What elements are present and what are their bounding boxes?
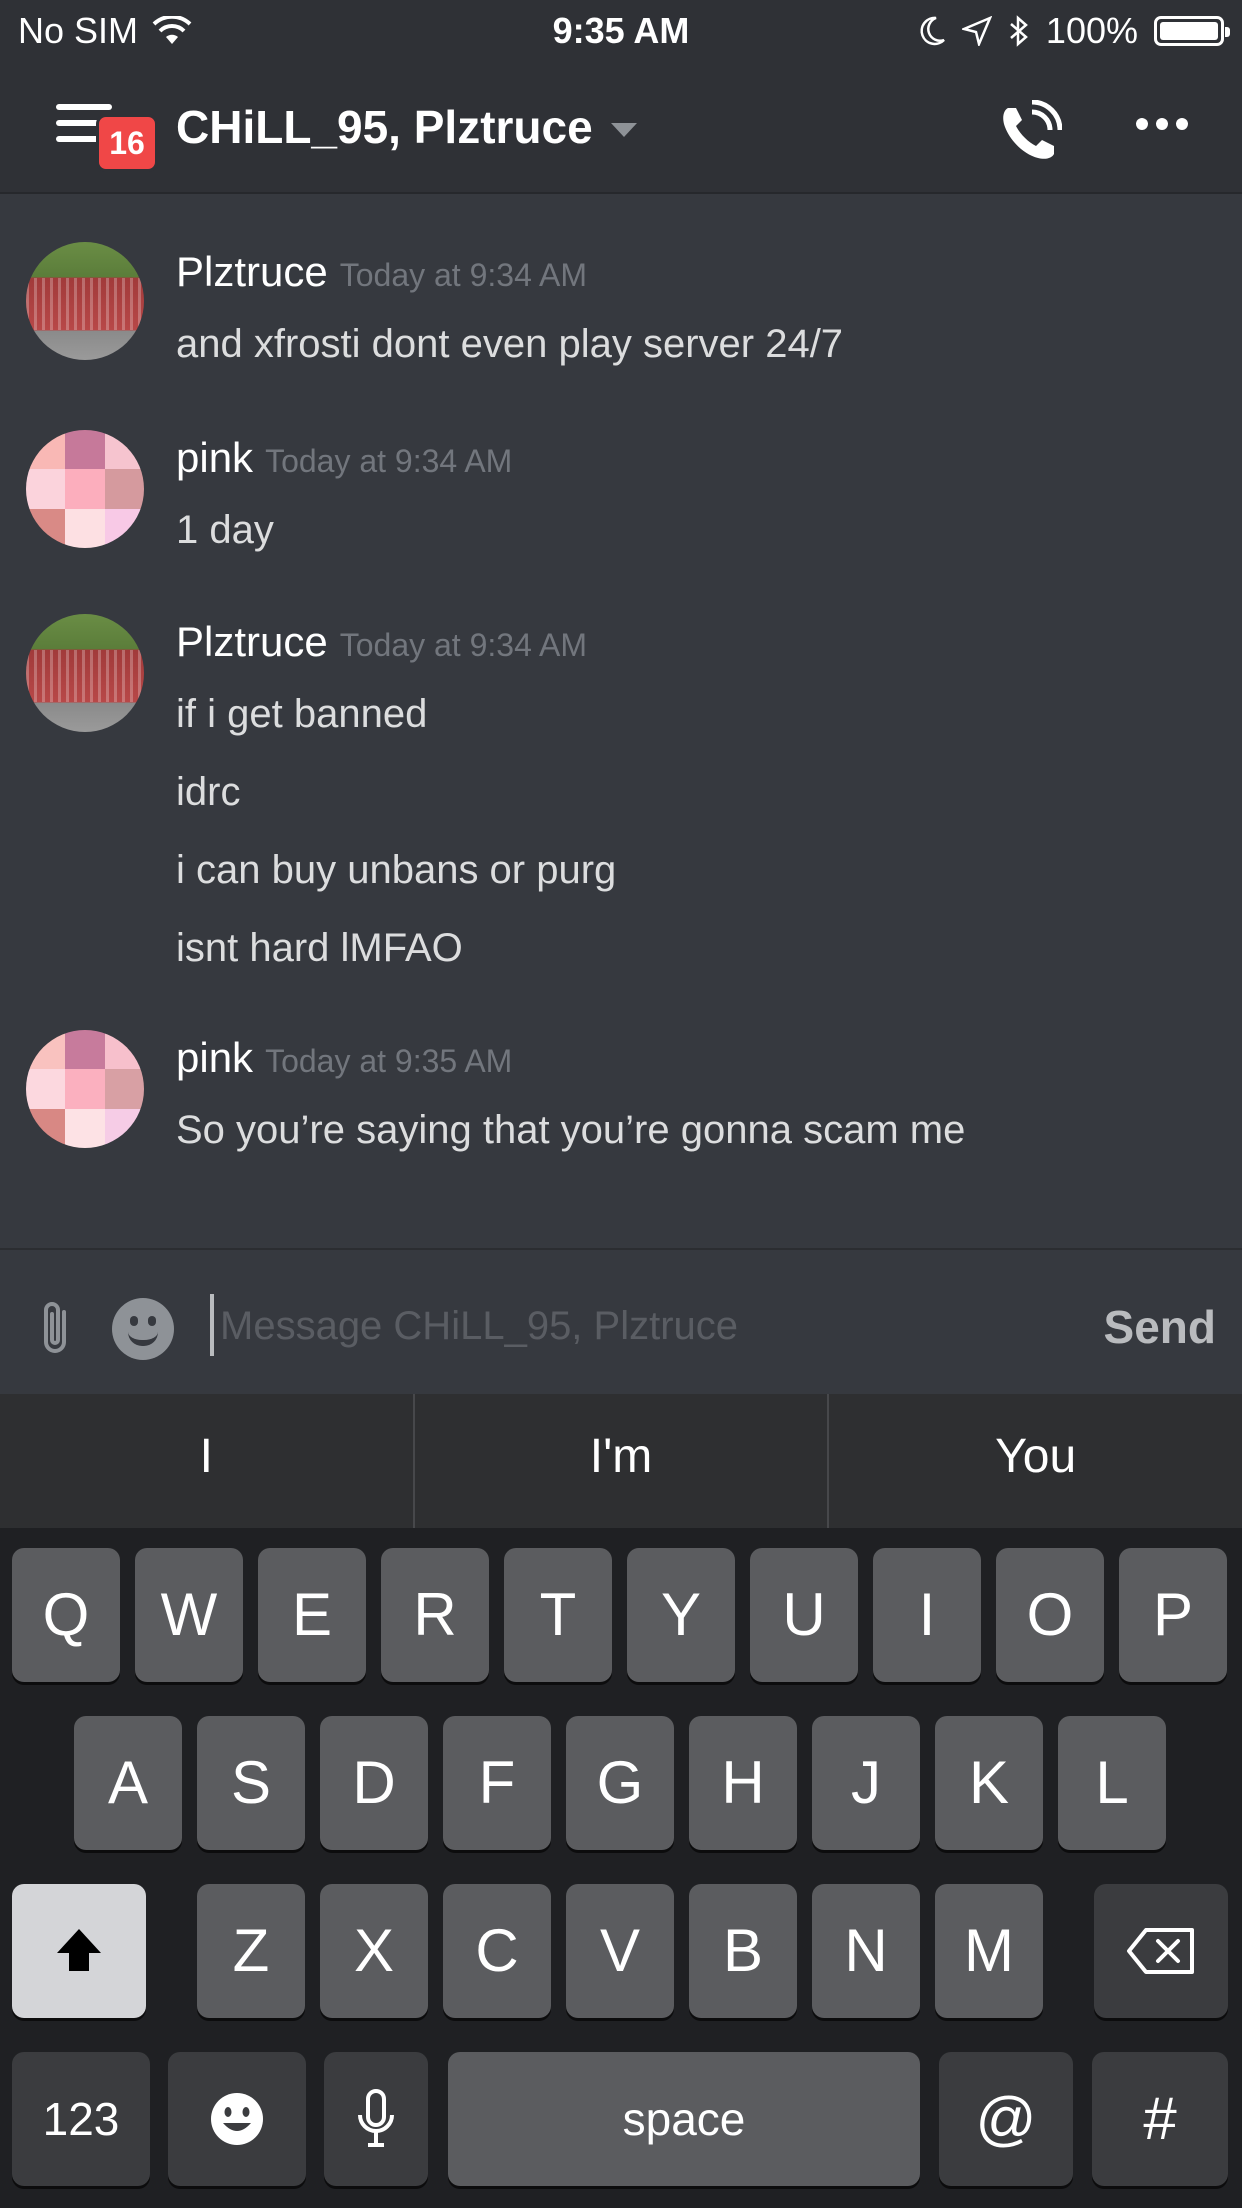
- avatar[interactable]: [26, 1030, 144, 1148]
- text-cursor: [210, 1294, 214, 1356]
- key-h[interactable]: H: [689, 1716, 797, 1850]
- key-y[interactable]: Y: [627, 1548, 735, 1682]
- backspace-key[interactable]: [1094, 1884, 1228, 2018]
- key-l[interactable]: L: [1058, 1716, 1166, 1850]
- key-k[interactable]: K: [935, 1716, 1043, 1850]
- more-options-icon[interactable]: [1136, 118, 1188, 130]
- backspace-icon: [1127, 1928, 1194, 1974]
- key-u[interactable]: U: [750, 1548, 858, 1682]
- channel-title: CHiLL_95, Plztruce: [176, 101, 593, 153]
- timestamp: Today at 9:34 AM: [339, 627, 587, 663]
- shift-arrow-icon: [57, 1929, 101, 1971]
- hash-key[interactable]: #: [1092, 2052, 1228, 2186]
- space-key[interactable]: space: [448, 2052, 920, 2186]
- timestamp: Today at 9:34 AM: [339, 257, 587, 293]
- key-f[interactable]: F: [443, 1716, 551, 1850]
- username[interactable]: pink: [176, 1034, 253, 1082]
- emoji-keyboard-key[interactable]: [168, 2052, 306, 2186]
- avatar[interactable]: [26, 242, 144, 360]
- key-e[interactable]: E: [258, 1548, 366, 1682]
- message-text: 1 day: [176, 508, 274, 552]
- key-x[interactable]: X: [320, 1884, 428, 2018]
- bluetooth-icon: [1010, 15, 1028, 47]
- key-r[interactable]: R: [381, 1548, 489, 1682]
- key-area: Q W E R T Y U I O P A S D F G H J K L Z …: [0, 1528, 1242, 2208]
- channel-title-button[interactable]: CHiLL_95, Plztruce: [176, 100, 637, 154]
- message-text: idrc: [176, 770, 241, 814]
- channel-header: 16 CHiLL_95, Plztruce: [0, 64, 1242, 192]
- message-composer: Send: [0, 1248, 1242, 1396]
- message-text: So you’re saying that you’re gonna scam …: [176, 1108, 966, 1152]
- key-s[interactable]: S: [197, 1716, 305, 1850]
- key-i[interactable]: I: [873, 1548, 981, 1682]
- send-button[interactable]: Send: [1104, 1300, 1216, 1354]
- at-key[interactable]: @: [939, 2052, 1073, 2186]
- avatar[interactable]: [26, 430, 144, 548]
- battery-percent: 100%: [1045, 10, 1138, 51]
- suggestion-bar: I I'm You: [0, 1394, 1242, 1528]
- key-v[interactable]: V: [566, 1884, 674, 2018]
- message-input[interactable]: [218, 1290, 1062, 1362]
- message-text: i can buy unbans or purg: [176, 848, 617, 892]
- keyboard: I I'm You Q W E R T Y U I O P A S D F G …: [0, 1394, 1242, 2208]
- phone-call-icon[interactable]: [998, 100, 1062, 164]
- chevron-down-icon: [610, 123, 637, 137]
- key-w[interactable]: W: [135, 1548, 243, 1682]
- suggestion-item[interactable]: I'm: [415, 1394, 830, 1528]
- emoji-icon: [211, 2093, 263, 2145]
- suggestion-item[interactable]: I: [0, 1394, 415, 1528]
- key-m[interactable]: M: [935, 1884, 1043, 2018]
- dictation-key[interactable]: [324, 2052, 428, 2186]
- moon-icon: [920, 16, 945, 46]
- timestamp: Today at 9:34 AM: [265, 443, 513, 479]
- message-text: isnt hard lMFAO: [176, 926, 463, 970]
- key-c[interactable]: C: [443, 1884, 551, 2018]
- message-list: Plztruce Today at 9:34 AM and xfrosti do…: [0, 194, 1242, 1248]
- battery-icon: [1154, 16, 1230, 46]
- key-z[interactable]: Z: [197, 1884, 305, 2018]
- key-b[interactable]: B: [689, 1884, 797, 2018]
- top-bar: No SIM 9:35 AM 100% 16 CHiLL_95, Plztruc…: [0, 0, 1242, 194]
- key-j[interactable]: J: [812, 1716, 920, 1850]
- key-t[interactable]: T: [504, 1548, 612, 1682]
- key-n[interactable]: N: [812, 1884, 920, 2018]
- username[interactable]: Plztruce: [176, 248, 328, 296]
- username[interactable]: pink: [176, 434, 253, 482]
- paperclip-icon[interactable]: [36, 1298, 76, 1358]
- shift-key[interactable]: [12, 1884, 146, 2018]
- message-text: and xfrosti dont even play server 24/7: [176, 322, 844, 366]
- microphone-icon: [358, 2089, 394, 2147]
- avatar[interactable]: [26, 614, 144, 732]
- location-arrow-icon: [961, 16, 992, 46]
- key-q[interactable]: Q: [12, 1548, 120, 1682]
- key-g[interactable]: G: [566, 1716, 674, 1850]
- unread-badge: 16: [96, 114, 158, 172]
- username[interactable]: Plztruce: [176, 618, 328, 666]
- status-bar: No SIM 9:35 AM 100%: [0, 0, 1242, 64]
- key-a[interactable]: A: [74, 1716, 182, 1850]
- key-p[interactable]: P: [1119, 1548, 1227, 1682]
- suggestion-item[interactable]: You: [829, 1394, 1242, 1528]
- numbers-key[interactable]: 123: [12, 2052, 150, 2186]
- emoji-icon[interactable]: [112, 1298, 174, 1360]
- key-d[interactable]: D: [320, 1716, 428, 1850]
- timestamp: Today at 9:35 AM: [265, 1043, 513, 1079]
- key-o[interactable]: O: [996, 1548, 1104, 1682]
- message-text: if i get banned: [176, 692, 428, 736]
